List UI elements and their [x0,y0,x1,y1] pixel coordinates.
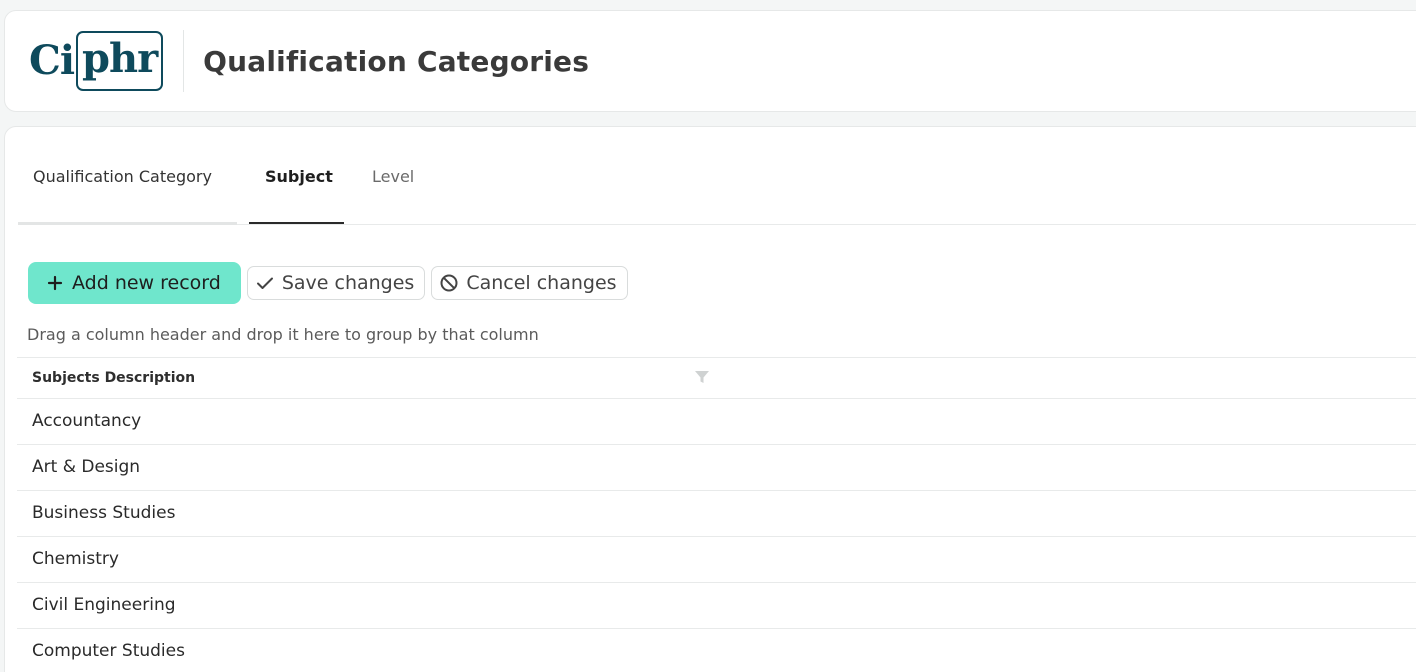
save-changes-button[interactable]: Save changes [246,266,426,300]
tab-level[interactable]: Level [372,167,414,186]
logo-box: phr [76,31,164,91]
table-row[interactable]: Computer Studies [17,629,1416,672]
table-row[interactable]: Civil Engineering [17,583,1416,629]
ciphr-logo[interactable]: Ci phr [29,31,164,91]
tab-bar: Qualification Category Subject Level [18,127,1416,225]
add-new-record-label: Add new record [72,272,221,294]
table-row[interactable]: Business Studies [17,491,1416,537]
group-drop-zone[interactable]: Drag a column header and drop it here to… [27,325,539,344]
cancel-changes-label: Cancel changes [466,272,617,294]
subject-cell: Art & Design [32,457,141,477]
column-header-subjects-description[interactable]: Subjects Description [32,370,195,386]
ban-icon [438,272,460,294]
grid-header: Subjects Description [17,357,1416,399]
save-changes-label: Save changes [281,272,415,294]
logo-text: Ci [29,37,75,84]
main-panel: Qualification Category Subject Level Add… [4,126,1416,672]
plus-icon [44,272,66,294]
page-title: Qualification Categories [203,44,590,78]
subjects-grid: Subjects Description Accountancy Art & D… [17,357,1416,672]
subject-cell: Chemistry [32,549,119,569]
subject-cell: Computer Studies [32,641,185,661]
add-new-record-button[interactable]: Add new record [28,262,241,304]
tab-subject[interactable]: Subject [265,167,333,186]
filter-icon[interactable] [693,368,711,386]
cancel-changes-button[interactable]: Cancel changes [431,266,628,300]
header-divider [183,30,185,92]
subject-cell: Accountancy [32,411,142,431]
app-header: Ci phr Qualification Categories [4,10,1416,112]
table-row[interactable]: Accountancy [17,399,1416,445]
logo-box-text: phr [82,35,158,82]
tab-underline-inactive [18,222,237,225]
checkmark-icon [254,272,276,294]
tab-qualification-category[interactable]: Qualification Category [33,167,212,186]
grid-toolbar: Add new record Save changes Cancel chang… [28,262,628,304]
subject-cell: Business Studies [32,503,176,523]
table-row[interactable]: Chemistry [17,537,1416,583]
tab-underline-active [249,222,344,224]
subject-cell: Civil Engineering [32,595,176,615]
table-row[interactable]: Art & Design [17,445,1416,491]
